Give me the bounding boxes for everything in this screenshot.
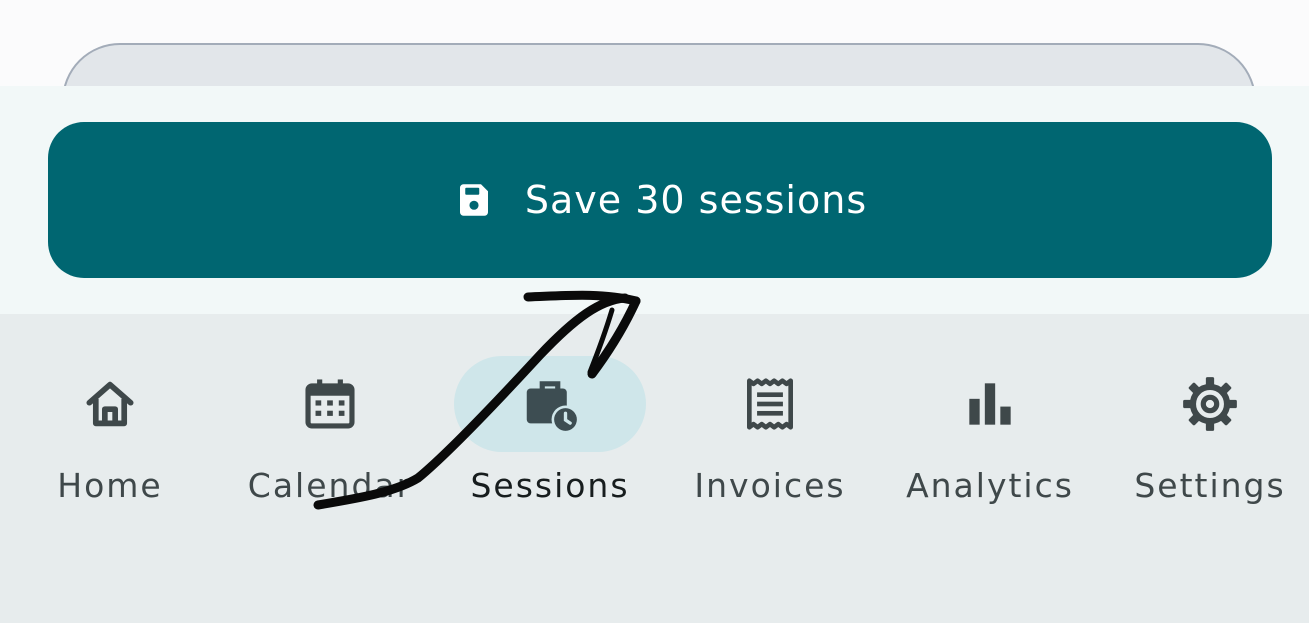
receipt-icon: [747, 378, 793, 430]
nav-label-sessions: Sessions: [470, 466, 630, 505]
gear-icon: [1183, 377, 1237, 431]
nav-icon-container: [1114, 356, 1306, 452]
nav-icon-container: [234, 356, 426, 452]
nav-label-invoices: Invoices: [694, 466, 846, 505]
nav-item-analytics[interactable]: Analytics: [880, 314, 1100, 534]
save-sessions-button[interactable]: Save 30 sessions: [48, 122, 1272, 278]
save-button-label: Save 30 sessions: [524, 178, 868, 222]
bar-chart-icon: [969, 383, 1011, 425]
nav-label-settings: Settings: [1134, 466, 1286, 505]
nav-icon-container-active: [454, 356, 646, 452]
nav-item-invoices[interactable]: Invoices: [660, 314, 880, 534]
nav-label-analytics: Analytics: [906, 466, 1074, 505]
briefcase-clock-icon: [526, 381, 580, 434]
nav-icon-container: [894, 356, 1086, 452]
nav-icon-container: [674, 356, 866, 452]
floppy-disk-icon: [459, 184, 488, 216]
nav-item-settings[interactable]: Settings: [1100, 314, 1309, 534]
nav-label-home: Home: [57, 466, 163, 505]
bottom-navigation-bar: Home Calendar Sessions Invoices Analytic…: [0, 314, 1309, 623]
nav-item-sessions[interactable]: Sessions: [440, 314, 660, 534]
nav-item-calendar[interactable]: Calendar: [220, 314, 440, 534]
calendar-icon: [305, 379, 355, 429]
nav-icon-container: [14, 356, 206, 452]
home-icon: [86, 381, 134, 427]
save-panel: Save 30 sessions: [0, 86, 1309, 314]
nav-label-calendar: Calendar: [247, 466, 413, 505]
nav-item-home[interactable]: Home: [0, 314, 220, 534]
